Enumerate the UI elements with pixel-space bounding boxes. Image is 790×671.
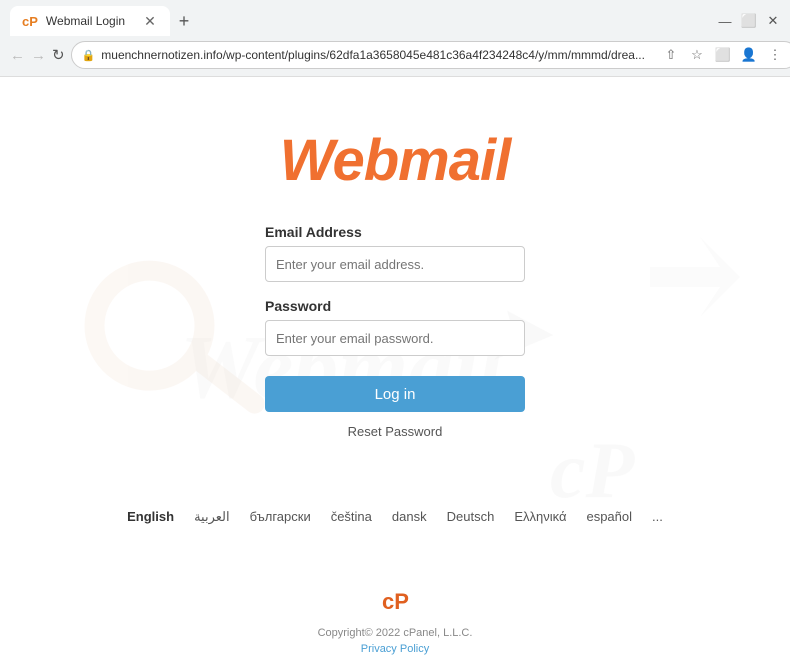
back-button[interactable]: ← xyxy=(10,42,25,68)
address-bar-row: ← → ↻ 🔒 muenchnernotizen.info/wp-content… xyxy=(0,36,790,76)
title-bar: cP Webmail Login ✕ + — ⬜ ✕ xyxy=(0,0,790,36)
login-container: Webmail Email Address Password Log in Re… xyxy=(0,77,790,479)
reset-password-link[interactable]: Reset Password xyxy=(348,424,443,439)
password-input[interactable] xyxy=(265,320,525,356)
footer-copyright: Copyright© 2022 cPanel, L.L.C. xyxy=(318,625,473,643)
privacy-policy-link[interactable]: Privacy Policy xyxy=(361,643,429,655)
browser-tab[interactable]: cP Webmail Login ✕ xyxy=(10,6,170,36)
password-form-group: Password xyxy=(265,298,525,356)
lang-more[interactable]: ... xyxy=(652,509,663,525)
lang-ar[interactable]: العربية xyxy=(194,509,230,525)
new-tab-button[interactable]: + xyxy=(170,7,198,35)
lang-en[interactable]: English xyxy=(127,509,174,525)
page-content: Webmail cP ➤ Webmail Email Address Passw… xyxy=(0,77,790,671)
page-footer: cP Copyright© 2022 cPanel, L.L.C. Privac… xyxy=(318,569,473,671)
address-actions: ⇧ ☆ ⬜ 👤 ⋮ xyxy=(659,43,787,67)
profile-button[interactable]: 👤 xyxy=(737,43,761,67)
password-label: Password xyxy=(265,298,525,314)
restore-button[interactable]: ⬜ xyxy=(742,14,756,28)
tab-button[interactable]: ⬜ xyxy=(711,43,735,67)
forward-button[interactable]: → xyxy=(31,42,46,68)
reload-button[interactable]: ↻ xyxy=(52,42,65,68)
lang-de[interactable]: Deutsch xyxy=(447,509,495,525)
tab-title: Webmail Login xyxy=(46,14,125,28)
language-bar: English العربية български čeština dansk … xyxy=(107,499,683,535)
login-button[interactable]: Log in xyxy=(265,376,525,412)
browser-chrome: cP Webmail Login ✕ + — ⬜ ✕ ← → ↻ 🔒 muenc… xyxy=(0,0,790,77)
lang-bg[interactable]: български xyxy=(250,509,311,525)
tab-favicon: cP xyxy=(22,14,38,29)
menu-button[interactable]: ⋮ xyxy=(763,43,787,67)
lang-el[interactable]: Ελληνικά xyxy=(514,509,566,525)
share-button[interactable]: ⇧ xyxy=(659,43,683,67)
lock-icon: 🔒 xyxy=(82,49,96,62)
webmail-logo: Webmail xyxy=(280,127,510,194)
address-bar[interactable]: 🔒 muenchnernotizen.info/wp-content/plugi… xyxy=(71,41,790,69)
tab-close-button[interactable]: ✕ xyxy=(142,13,158,29)
window-controls: — ⬜ ✕ xyxy=(718,14,780,28)
close-button[interactable]: ✕ xyxy=(766,14,780,28)
email-label: Email Address xyxy=(265,224,525,240)
email-form-group: Email Address xyxy=(265,224,525,282)
url-text: muenchnernotizen.info/wp-content/plugins… xyxy=(101,48,645,62)
email-input[interactable] xyxy=(265,246,525,282)
lang-es[interactable]: español xyxy=(586,509,632,525)
svg-text:cP: cP xyxy=(382,589,409,614)
lang-da[interactable]: dansk xyxy=(392,509,427,525)
cpanel-logo-icon: cP xyxy=(380,585,410,621)
minimize-button[interactable]: — xyxy=(718,14,732,28)
lang-cs[interactable]: čeština xyxy=(331,509,372,525)
bookmark-button[interactable]: ☆ xyxy=(685,43,709,67)
